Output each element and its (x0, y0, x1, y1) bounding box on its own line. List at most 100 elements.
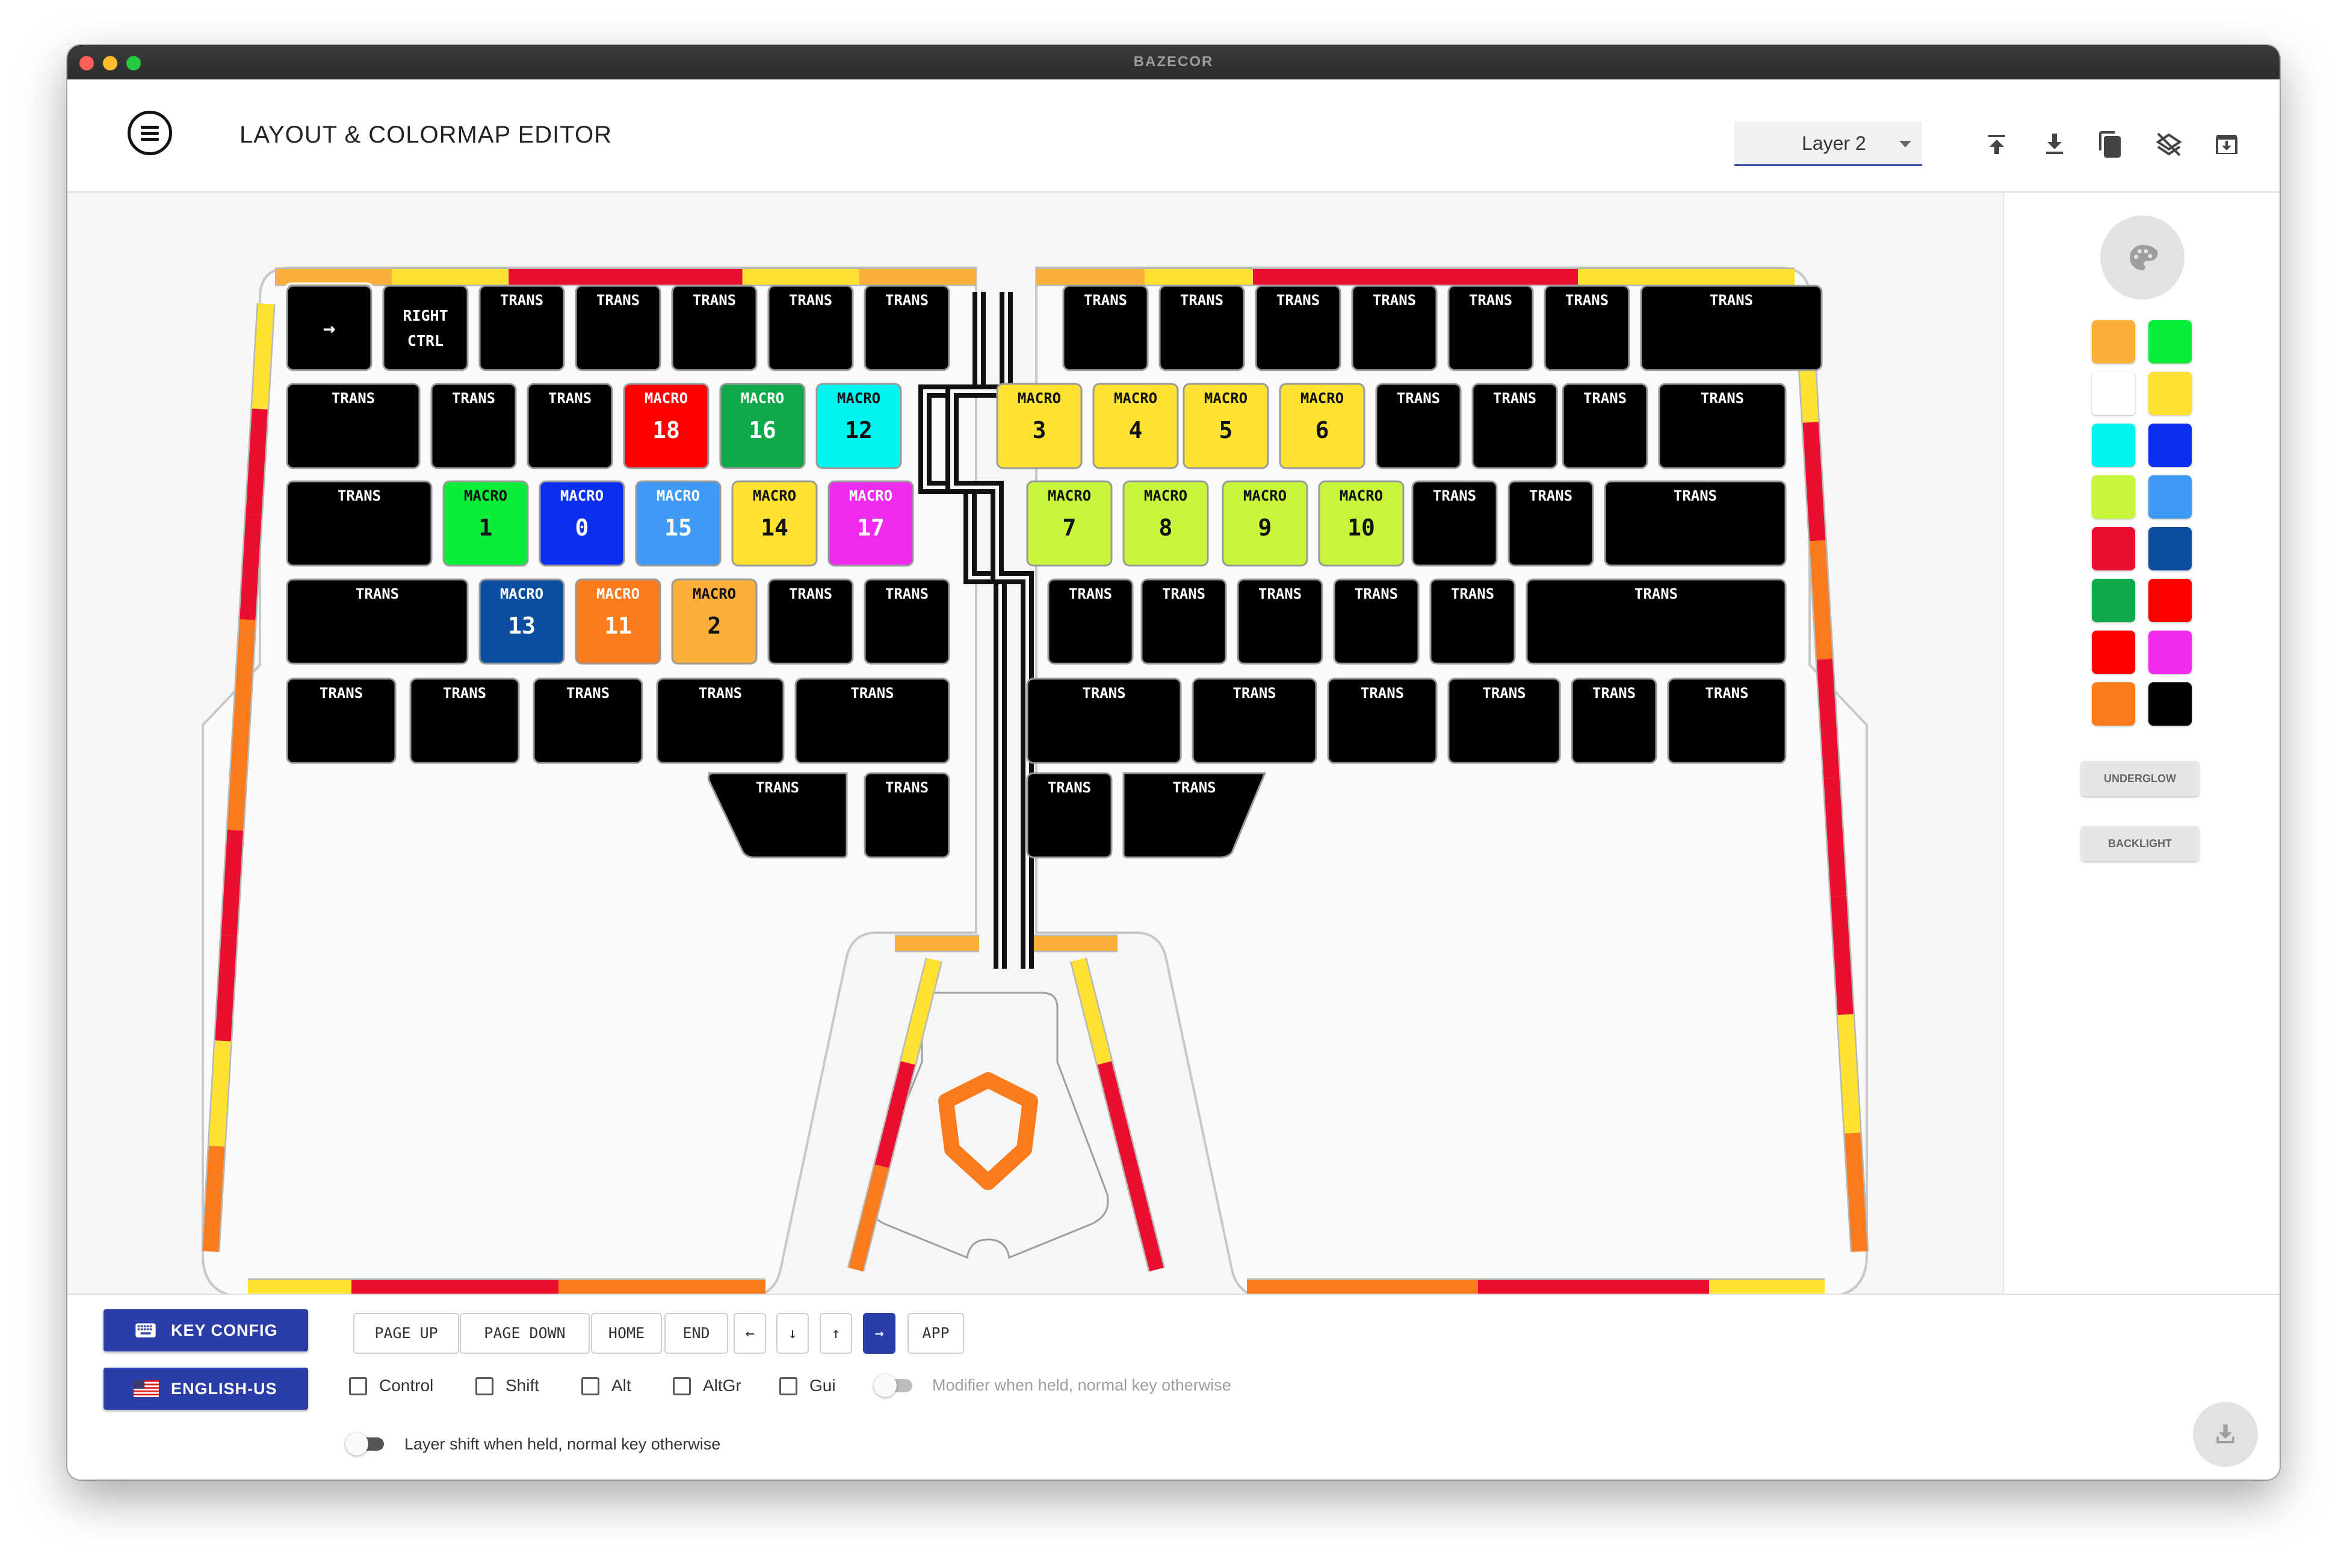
left-key-r1c1[interactable]: TRANS (430, 383, 517, 469)
left-key-r0c3[interactable]: TRANS (575, 285, 661, 371)
color-swatch[interactable] (2092, 631, 2135, 674)
right-key-r4c1[interactable]: TRANS (1192, 678, 1317, 764)
right-key-r0c2[interactable]: TRANS (1255, 285, 1341, 371)
left-key-r4c0[interactable]: TRANS (286, 678, 397, 764)
right-key-r2c5[interactable]: TRANS (1507, 480, 1594, 567)
color-swatch[interactable] (2148, 579, 2192, 622)
left-key-r3c4[interactable]: TRANS (767, 578, 854, 665)
special-key-button[interactable]: PAGE UP (353, 1313, 459, 1354)
right-key-r1c6[interactable]: TRANS (1562, 383, 1648, 469)
left-key-r4c4[interactable]: TRANS (794, 678, 950, 764)
right-key-r0c5[interactable]: TRANS (1544, 285, 1630, 371)
right-key-r3c5[interactable]: TRANS (1526, 578, 1787, 665)
left-key-r3c1[interactable]: MACRO 13 (478, 578, 565, 665)
left-key-r3c0[interactable]: TRANS (286, 578, 469, 665)
left-key-r2c0[interactable]: TRANS (286, 480, 433, 567)
color-swatch[interactable] (2148, 682, 2192, 726)
special-key-button[interactable]: APP (908, 1313, 964, 1354)
left-key-r0c1[interactable]: RIGHT CTRL (382, 285, 469, 371)
save-changes-button[interactable] (2193, 1402, 2258, 1467)
color-swatch[interactable] (2092, 579, 2135, 622)
right-key-r3c2[interactable]: TRANS (1237, 578, 1323, 665)
color-swatch[interactable] (2148, 527, 2192, 570)
right-key-r2c2[interactable]: MACRO 9 (1222, 480, 1308, 567)
backlight-button[interactable]: BACKLIGHT (2081, 826, 2199, 861)
modifier-toggle[interactable] (874, 1373, 916, 1397)
color-swatch[interactable] (2148, 631, 2192, 674)
right-key-r2c1[interactable]: MACRO 8 (1122, 480, 1209, 567)
right-key-r1c2[interactable]: MACRO 5 (1183, 383, 1269, 469)
left-key-r1c3[interactable]: MACRO 18 (623, 383, 710, 469)
archive-icon[interactable] (2212, 130, 2241, 159)
layer-select[interactable]: Layer 2 (1734, 122, 1922, 166)
right-key-r2c4[interactable]: TRANS (1411, 480, 1498, 567)
left-key-r1c5[interactable]: MACRO 12 (815, 383, 902, 469)
color-swatch[interactable] (2092, 475, 2135, 519)
color-swatch[interactable] (2148, 475, 2192, 519)
left-key-r0c0[interactable]: → (283, 282, 375, 374)
key-config-button[interactable]: KEY CONFIG (104, 1309, 308, 1351)
left-key-r5c1[interactable]: TRANS (864, 772, 950, 859)
right-key-r5c0[interactable]: TRANS (1026, 772, 1113, 859)
right-key-r3c0[interactable]: TRANS (1047, 578, 1134, 665)
special-key-button[interactable]: PAGE DOWN (460, 1313, 590, 1354)
upload-icon[interactable] (1982, 130, 2011, 159)
special-key-button[interactable]: → (863, 1313, 895, 1354)
right-key-r1c4[interactable]: TRANS (1375, 383, 1462, 469)
special-key-button[interactable]: ← (734, 1313, 766, 1354)
right-key-r0c1[interactable]: TRANS (1158, 285, 1245, 371)
special-key-button[interactable]: ↑ (820, 1313, 852, 1354)
special-key-button[interactable]: HOME (591, 1313, 662, 1354)
right-key-r4c3[interactable]: TRANS (1447, 678, 1561, 764)
right-key-r0c4[interactable]: TRANS (1447, 285, 1534, 371)
menu-button[interactable] (128, 111, 172, 155)
underglow-button[interactable]: UNDERGLOW (2081, 761, 2199, 796)
right-key-r2c0[interactable]: MACRO 7 (1026, 480, 1113, 567)
left-key-r4c1[interactable]: TRANS (409, 678, 520, 764)
download-icon[interactable] (2040, 130, 2069, 159)
right-key-r2c3[interactable]: MACRO 10 (1318, 480, 1405, 567)
right-key-r1c3[interactable]: MACRO 6 (1279, 383, 1365, 469)
language-button[interactable]: ENGLISH-US (104, 1368, 308, 1410)
right-key-r1c7[interactable]: TRANS (1658, 383, 1787, 469)
right-key-r3c3[interactable]: TRANS (1333, 578, 1420, 665)
color-swatch[interactable] (2092, 527, 2135, 570)
color-swatch[interactable] (2092, 424, 2135, 467)
left-key-r1c2[interactable]: TRANS (527, 383, 613, 469)
left-key-r2c4[interactable]: MACRO 14 (731, 480, 818, 567)
left-key-r3c3[interactable]: MACRO 2 (671, 578, 758, 665)
left-key-r2c3[interactable]: MACRO 15 (635, 480, 722, 567)
left-key-r2c5[interactable]: MACRO 17 (827, 480, 914, 567)
color-swatch[interactable] (2148, 424, 2192, 467)
right-key-r2c6[interactable]: TRANS (1604, 480, 1787, 567)
right-key-r4c2[interactable]: TRANS (1327, 678, 1438, 764)
right-key-r0c6[interactable]: TRANS (1640, 285, 1823, 371)
left-key-r0c2[interactable]: TRANS (478, 285, 565, 371)
clear-layer-icon[interactable] (2154, 130, 2183, 159)
special-key-button[interactable]: END (664, 1313, 728, 1354)
left-key-r4c3[interactable]: TRANS (656, 678, 785, 764)
copy-icon[interactable] (2097, 130, 2126, 159)
right-key-r1c0[interactable]: MACRO 3 (996, 383, 1083, 469)
color-swatch[interactable] (2092, 372, 2135, 415)
left-key-r2c1[interactable]: MACRO 1 (442, 480, 529, 567)
right-key-r4c0[interactable]: TRANS (1026, 678, 1182, 764)
palette-button[interactable] (2100, 215, 2185, 300)
right-key-r4c4[interactable]: TRANS (1571, 678, 1657, 764)
layer-shift-toggle[interactable] (345, 1431, 388, 1455)
left-key-r2c2[interactable]: MACRO 0 (539, 480, 625, 567)
special-key-button[interactable]: ↓ (776, 1313, 809, 1354)
color-swatch[interactable] (2092, 320, 2135, 363)
left-key-r0c5[interactable]: TRANS (767, 285, 854, 371)
left-key-r4c2[interactable]: TRANS (533, 678, 643, 764)
right-key-r4c5[interactable]: TRANS (1667, 678, 1787, 764)
left-key-r1c4[interactable]: MACRO 16 (719, 383, 806, 469)
left-key-r3c2[interactable]: MACRO 11 (575, 578, 661, 665)
color-swatch[interactable] (2092, 682, 2135, 726)
right-key-r3c1[interactable]: TRANS (1140, 578, 1227, 665)
color-swatch[interactable] (2148, 372, 2192, 415)
right-key-r0c3[interactable]: TRANS (1351, 285, 1438, 371)
right-key-r3c4[interactable]: TRANS (1429, 578, 1516, 665)
left-key-r3c5[interactable]: TRANS (864, 578, 950, 665)
left-key-r1c0[interactable]: TRANS (286, 383, 421, 469)
